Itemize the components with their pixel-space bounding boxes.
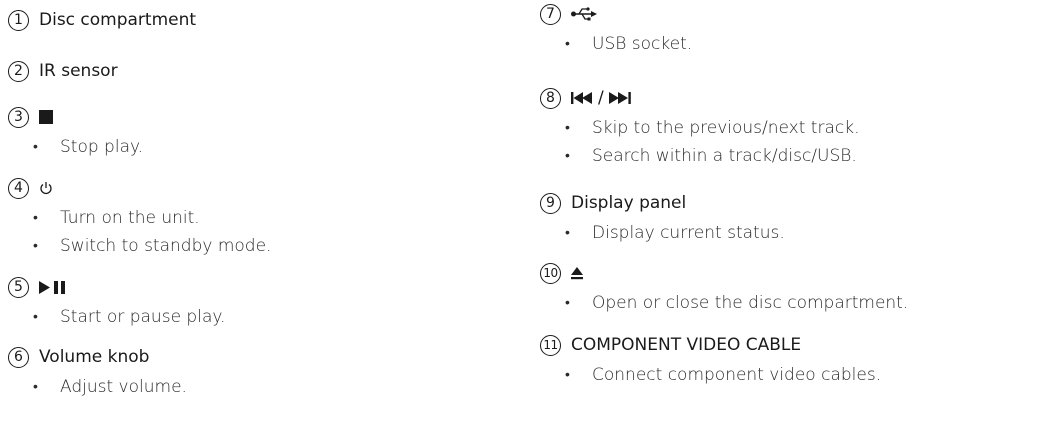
item-number: 5 <box>8 276 29 298</box>
list-item: • Skip to the previous/next track. <box>565 118 860 138</box>
item-2: 2 IR sensor <box>8 57 478 85</box>
item-8: 8 / • Skip to the previous/next track. •… <box>540 84 1050 170</box>
item-9: 9 Display panel • Display current status… <box>540 189 1050 247</box>
item-7: 7 • USB socket. <box>540 0 1050 58</box>
item-number: 4 <box>8 177 29 199</box>
item-number: 2 <box>8 60 29 82</box>
list-item: • Display current status. <box>565 223 785 243</box>
stop-icon <box>39 110 53 124</box>
item-number: 1 <box>8 9 29 31</box>
list-item: • Stop play. <box>33 137 144 157</box>
item-title: IR sensor <box>39 61 118 81</box>
list-item: • Open or close the disc compartment. <box>565 293 909 313</box>
item-5: 5 • Start or pause play. <box>8 273 478 331</box>
item-number: 10 <box>540 262 561 284</box>
eject-icon <box>571 266 583 280</box>
list-item: • USB socket. <box>565 34 693 54</box>
item-3: 3 • Stop play. <box>8 103 478 161</box>
item-title: Volume knob <box>39 347 150 367</box>
item-number: 6 <box>8 346 29 368</box>
list-item: • Turn on the unit. <box>33 208 200 228</box>
item-title: COMPONENT VIDEO CABLE <box>571 335 802 355</box>
list-item: • Search within a track/disc/USB. <box>565 146 857 166</box>
item-6: 6 Volume knob • Adjust volume. <box>8 343 478 401</box>
item-number: 7 <box>540 3 561 25</box>
item-number: 3 <box>8 106 29 128</box>
list-item: • Connect component video cables. <box>565 365 882 385</box>
item-number: 8 <box>540 87 561 109</box>
usb-icon <box>571 7 597 21</box>
list-item: • Adjust volume. <box>33 377 187 397</box>
item-title: / <box>598 88 604 108</box>
skip-previous-icon <box>571 92 593 104</box>
item-number: 11 <box>540 334 561 356</box>
item-title: Disc compartment <box>39 10 197 30</box>
item-title: Display panel <box>571 193 687 213</box>
play-pause-icon <box>39 280 67 294</box>
item-10: 10 • Open or close the disc compartment. <box>540 259 1050 317</box>
list-item: • Switch to standby mode. <box>33 236 272 256</box>
list-item: • Start or pause play. <box>33 307 226 327</box>
power-icon <box>39 181 53 196</box>
item-1: 1 Disc compartment <box>8 6 478 34</box>
item-number: 9 <box>540 192 561 214</box>
item-11: 11 COMPONENT VIDEO CABLE • Connect compo… <box>540 331 1050 389</box>
skip-next-icon <box>608 92 631 104</box>
item-4: 4 • Turn on the unit. • Switch to standb… <box>8 174 478 260</box>
